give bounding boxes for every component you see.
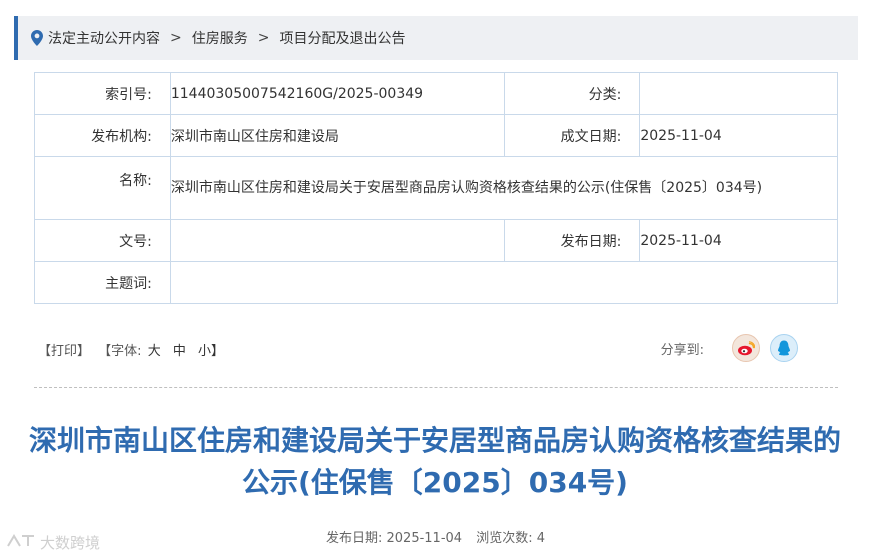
created-date-value: 2025-11-04 xyxy=(639,114,838,157)
print-button[interactable]: 【打印】 xyxy=(38,344,90,359)
breadcrumb-item-public-content[interactable]: 法定主动公开内容 xyxy=(48,28,160,48)
publish-date-value: 2025-11-04 xyxy=(386,531,463,546)
index-value: 11440305007542160G/2025-00349 xyxy=(169,72,505,115)
location-pin-icon xyxy=(26,30,48,46)
name-value: 深圳市南山区住房和建设局关于安居型商品房认购资格核查结果的公示(住保售〔2025… xyxy=(169,156,839,220)
font-size-small-button[interactable]: 小】 xyxy=(198,344,224,359)
article-toolbar: 【打印】 【字体: 大 中 小】 分享到: xyxy=(34,330,838,366)
qq-icon[interactable] xyxy=(770,334,798,362)
article-info: 发布日期: 2025-11-04 浏览次数: 4 xyxy=(0,527,871,546)
meta-row-index: 索引号: 11440305007542160G/2025-00349 分类: xyxy=(34,72,838,115)
meta-row-keywords: 主题词: xyxy=(34,261,839,304)
category-label: 分类: xyxy=(503,72,641,115)
views-count: 4 xyxy=(536,531,546,546)
docno-label: 文号: xyxy=(34,219,171,262)
watermark-text: 大数跨境 xyxy=(40,534,101,552)
meta-row-name: 名称: 深圳市南山区住房和建设局关于安居型商品房认购资格核查结果的公示(住保售〔… xyxy=(34,156,839,220)
watermark-logo-icon xyxy=(6,533,36,553)
created-date-label: 成文日期: xyxy=(503,114,641,157)
published-date-value: 2025-11-04 xyxy=(639,219,838,262)
share-bar: 分享到: xyxy=(661,334,798,362)
font-size-prefix: 【字体: xyxy=(98,344,142,359)
breadcrumb: 法定主动公开内容 > 住房服务 > 项目分配及退出公告 xyxy=(14,16,858,60)
docno-value xyxy=(169,219,505,262)
font-size-medium-button[interactable]: 中 xyxy=(173,344,186,359)
article-title: 深圳市南山区住房和建设局关于安居型商品房认购资格核查结果的公示(住保售〔2025… xyxy=(28,424,841,499)
views-label: 浏览次数: xyxy=(476,531,533,546)
category-value xyxy=(639,72,838,115)
breadcrumb-item-housing-service[interactable]: 住房服务 xyxy=(192,28,248,48)
published-date-label: 发布日期: xyxy=(503,219,641,262)
share-label: 分享到: xyxy=(660,342,704,358)
meta-row-publisher: 发布机构: 深圳市南山区住房和建设局 成文日期: 2025-11-04 xyxy=(34,114,838,157)
weibo-icon[interactable] xyxy=(732,334,760,362)
publisher-value: 深圳市南山区住房和建设局 xyxy=(169,114,505,157)
index-label: 索引号: xyxy=(34,72,171,115)
keywords-label: 主题词: xyxy=(34,261,171,304)
publish-date-label: 发布日期: xyxy=(325,531,383,546)
publisher-label: 发布机构: xyxy=(34,114,171,157)
name-label: 名称: xyxy=(34,156,171,220)
watermark: 大数跨境 xyxy=(6,532,100,553)
breadcrumb-separator: > xyxy=(170,30,182,46)
document-meta-table: 索引号: 11440305007542160G/2025-00349 分类: 发… xyxy=(34,72,839,304)
keywords-value xyxy=(169,261,839,304)
divider xyxy=(34,387,838,388)
breadcrumb-item-project-allocation[interactable]: 项目分配及退出公告 xyxy=(279,28,405,48)
meta-row-docno: 文号: 发布日期: 2025-11-04 xyxy=(34,219,838,262)
breadcrumb-separator: > xyxy=(257,30,270,46)
font-size-large-button[interactable]: 大 xyxy=(148,344,161,359)
